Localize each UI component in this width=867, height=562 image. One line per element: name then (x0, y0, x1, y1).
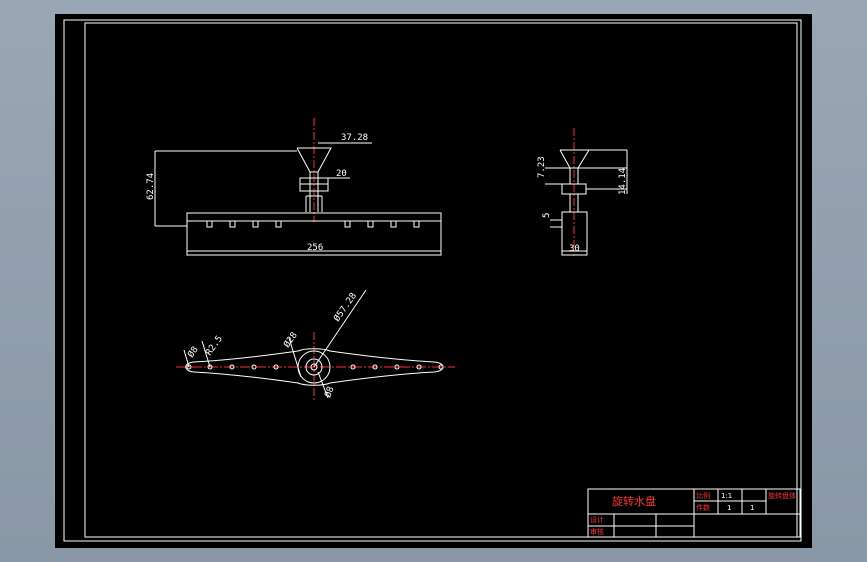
title-block-design-label: 设计 (590, 515, 604, 524)
dim-side-c: 5 (542, 213, 552, 218)
dim-front-height: 62.74 (146, 173, 156, 200)
sheet-background (55, 14, 812, 548)
title-block-count-label: 件数 (696, 503, 710, 512)
dim-front-top: 37.28 (341, 133, 368, 143)
title-block-check-label: 审核 (590, 527, 604, 536)
dim-side-b: 14.14 (618, 168, 628, 195)
title-block-count-value: 1 (727, 504, 731, 512)
title-block-drawing-no: 旋转盘体 (768, 491, 796, 500)
dim-front-hub: 20 (336, 169, 347, 179)
dim-side-width: 30 (569, 244, 580, 254)
dim-side-a: 7.23 (537, 156, 547, 178)
dim-front-length: 256 (307, 243, 323, 253)
title-block-ratio-label: 比例 (696, 491, 710, 500)
title-block-ratio-value: 1:1 (721, 492, 732, 500)
title-block-sheet-value: 1 (750, 504, 754, 512)
cad-drawing-canvas[interactable]: 37.28 20 62.74 256 7.23 14.14 5 30 R2.5 … (0, 0, 867, 562)
title-block-title: 旋转水盘 (612, 494, 656, 508)
